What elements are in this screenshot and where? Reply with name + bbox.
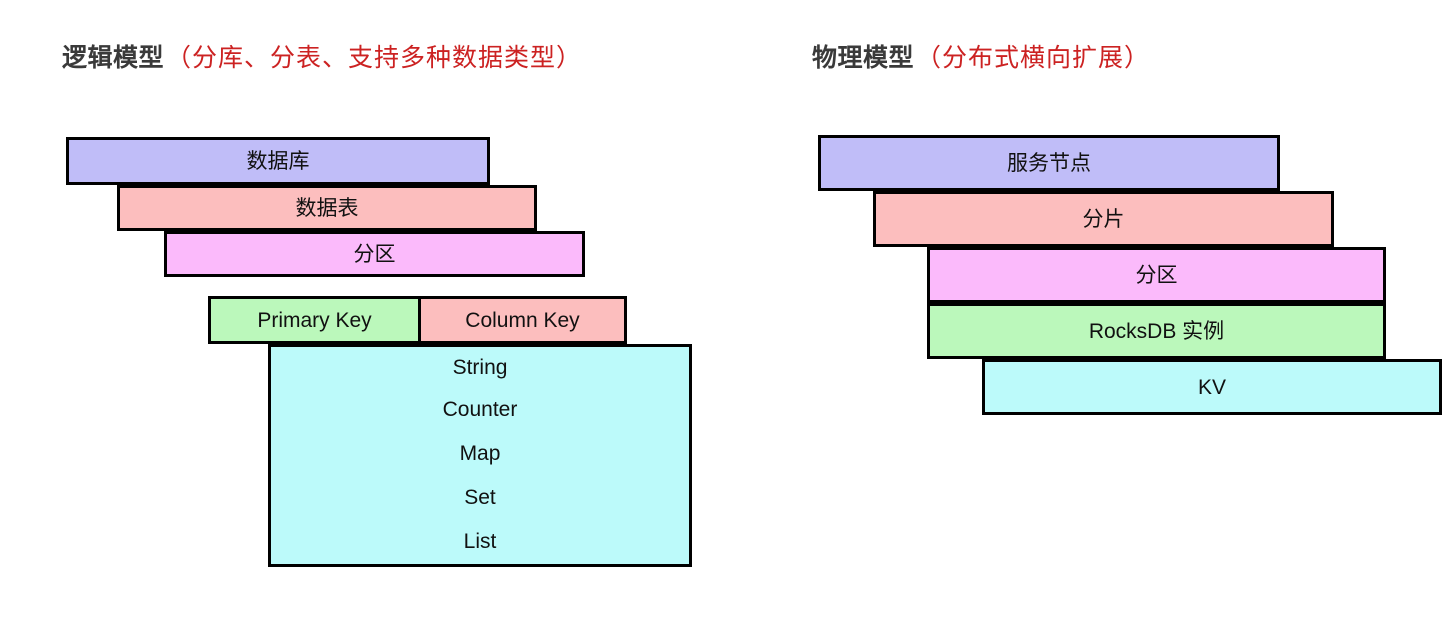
logical-layer-database[interactable]: 数据库: [66, 137, 490, 185]
logical-primary-key-label: Primary Key: [257, 308, 372, 332]
physical-layer-service-node[interactable]: 服务节点: [818, 135, 1280, 191]
logical-primary-key-box[interactable]: Primary Key: [211, 299, 421, 341]
physical-model-title-subtitle: （分布式横向扩展）: [916, 45, 1151, 72]
physical-layer-service-node-label: 服务节点: [1007, 151, 1091, 175]
physical-layer-rocksdb-instance[interactable]: RocksDB 实例: [927, 303, 1386, 359]
physical-layer-kv[interactable]: KV: [982, 359, 1442, 415]
logical-key-row: Primary Key Column Key: [208, 296, 627, 344]
physical-layer-partition-label: 分区: [1135, 263, 1178, 287]
logical-model-title: 逻辑模型（分库、分表、支持多种数据类型）: [62, 44, 583, 72]
logical-value-type-counter[interactable]: Counter: [268, 388, 692, 435]
physical-layer-shard-label: 分片: [1082, 207, 1125, 231]
logical-layer-partition-label: 分区: [353, 242, 396, 266]
logical-model-title-main: 逻辑模型: [62, 44, 165, 72]
logical-model-panel: 逻辑模型（分库、分表、支持多种数据类型） 数据库 数据表 分区 Primary …: [0, 0, 800, 622]
logical-column-key-label: Column Key: [465, 308, 580, 332]
physical-layer-kv-label: KV: [1197, 375, 1226, 399]
physical-layer-partition[interactable]: 分区: [927, 247, 1386, 303]
logical-model-title-subtitle: （分库、分表、支持多种数据类型）: [166, 45, 583, 72]
logical-value-type-set[interactable]: Set: [268, 476, 692, 523]
logical-layer-table[interactable]: 数据表: [117, 185, 537, 231]
physical-model-title-main: 物理模型: [812, 44, 915, 72]
logical-value-type-counter-label: Counter: [442, 398, 518, 421]
physical-layer-rocksdb-instance-label: RocksDB 实例: [1088, 319, 1225, 343]
logical-value-type-map-label: Map: [459, 442, 501, 465]
logical-value-type-map[interactable]: Map: [268, 432, 692, 479]
logical-value-type-string-label: String: [452, 355, 508, 379]
logical-layer-partition[interactable]: 分区: [164, 231, 585, 277]
logical-layer-database-label: 数据库: [246, 149, 310, 173]
physical-model-title: 物理模型（分布式横向扩展）: [812, 44, 1151, 72]
physical-layer-shard[interactable]: 分片: [873, 191, 1334, 247]
logical-column-key-box[interactable]: Column Key: [421, 299, 624, 341]
logical-value-type-list-label: List: [463, 530, 497, 553]
logical-value-type-set-label: Set: [464, 486, 496, 509]
logical-value-type-list[interactable]: List: [268, 520, 692, 567]
logical-layer-table-label: 数据表: [295, 196, 359, 220]
logical-value-type-string[interactable]: String: [268, 344, 692, 391]
